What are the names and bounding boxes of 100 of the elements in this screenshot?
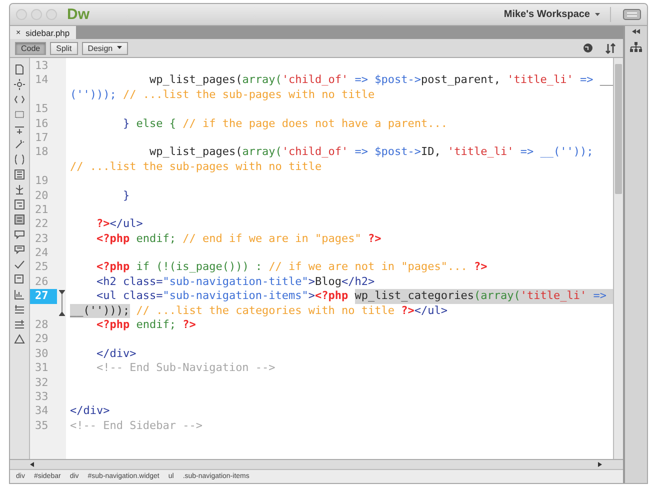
code-token: </h2> [342,274,375,290]
line-number: 32 [34,376,50,390]
line-number: 30 [34,346,50,362]
view-button[interactable]: Split [50,42,78,54]
code-token: <?php [315,289,350,304]
line-number: 15 [34,102,50,117]
code-token: else { [136,116,177,131]
chart-icon[interactable] [14,289,25,300]
box-icon[interactable] [14,274,25,285]
format-icon[interactable] [14,214,25,225]
code-token: array( [242,145,282,160]
code-token: <?php [95,260,130,275]
code-token: "sub-navigation-items" [162,289,308,304]
code-token: "sub-navigation-title" [162,274,308,290]
code-token: ?> [95,217,110,232]
code-token: // end if we are in "pages" [182,232,362,246]
code-token: post_parent, [421,73,502,88]
sitemap-icon[interactable] [630,42,642,52]
code-token: <?php [95,318,130,332]
workspace-switcher[interactable]: Mike's Workspace [494,7,611,22]
code-token: ID, [421,145,442,160]
caret-icon [116,46,122,50]
line-number: 21 [34,202,50,218]
line-number: 29 [34,332,50,347]
code-token: <ul class= [95,289,163,304]
code-token: __(''))); [70,304,130,318]
code-token: </ul> [414,304,448,318]
code-token: => [354,73,370,88]
code-token: 'child_of' [282,145,348,160]
code-token: </ul> [110,217,143,232]
code-token: // if we are not in "pages"... [268,260,468,275]
checkmark-icon[interactable] [14,259,25,270]
fold-marker-icon[interactable] [59,290,65,316]
brackets-icon[interactable] [14,94,25,105]
document-icon[interactable] [14,64,25,75]
line-number: 33 [34,390,50,404]
code-token: > [308,289,316,304]
code-token: } [122,116,131,131]
code-token: // ...list the categories with no title [135,304,396,318]
caret-icon [595,12,600,16]
scroll-right-icon[interactable] [598,462,603,467]
view-button[interactable]: Design [82,42,128,54]
code-token: (array( [474,289,520,304]
code-token: } [122,188,130,203]
code-token: Blog [315,274,342,290]
code-token: > [308,274,316,290]
code-token: if (!(is_page())) : [135,260,264,275]
view-button[interactable]: Code [15,42,46,54]
collapse-icon[interactable] [632,29,640,34]
code-token: <!-- End Sidebar --> [70,418,202,434]
indent-icon[interactable] [14,199,25,210]
document-tab[interactable]: × sidebar.php [10,26,76,39]
code-token: => [578,73,594,88]
speech-bubble-icon[interactable] [14,244,25,255]
code-token: $post-> [374,73,422,88]
code-token: </div> [95,346,136,362]
code-token: (''))); [70,88,118,102]
dotted-box-icon[interactable] [14,109,25,120]
speech-bubble-icon[interactable] [14,229,25,240]
line-number: 31 [34,361,50,376]
sort-icon[interactable] [605,42,618,54]
line-number: 23 [34,232,50,246]
code-token: // ...list the sub-pages with no title [70,160,322,174]
code-token: wp_list_pages( [148,145,242,160]
line-number: 25 [34,260,50,275]
line-number: 34 [34,404,50,419]
list-icon[interactable] [14,169,25,180]
code-token: ?> [401,304,414,318]
code-token: wp_list_pages( [148,73,242,88]
code-token: => [586,289,606,304]
code-token: $post-> [374,145,422,160]
code-token: </div> [70,404,110,419]
code-token: => [354,145,370,160]
code-token: <h2 class= [95,274,163,290]
code-token: // ...list the sub-pages with no title [122,88,375,102]
line-number: 19 [34,174,50,189]
code-token: 'title_li' [520,289,587,304]
code-token: endif; [135,318,177,332]
line-number: 16 [34,116,50,131]
indent-less-icon[interactable] [14,319,25,330]
line-number: 17 [34,130,50,146]
horizontal-scrollbar[interactable] [10,459,623,469]
line-number: 26 [34,274,50,290]
screen-mode-icon[interactable] [623,9,641,20]
close-button[interactable]: × [16,28,21,37]
sun-icon[interactable] [14,79,25,90]
wand-icon[interactable] [14,139,25,150]
line-number: 35 [34,418,50,434]
code-token: // if the page does not have a parent... [182,116,448,131]
scroll-left-icon[interactable] [30,462,35,467]
indent-more-icon[interactable] [14,304,25,315]
code-token: <?php [95,232,130,246]
selection-highlight [606,289,613,304]
line-number: 20 [34,188,50,203]
code-token: array( [242,73,282,88]
line-number: 14 [34,73,50,88]
vertical-scrollbar[interactable] [613,58,623,459]
code-token: __ [600,73,614,88]
code-token: 'title_li' [507,73,574,88]
line-number: 13 [34,59,50,74]
